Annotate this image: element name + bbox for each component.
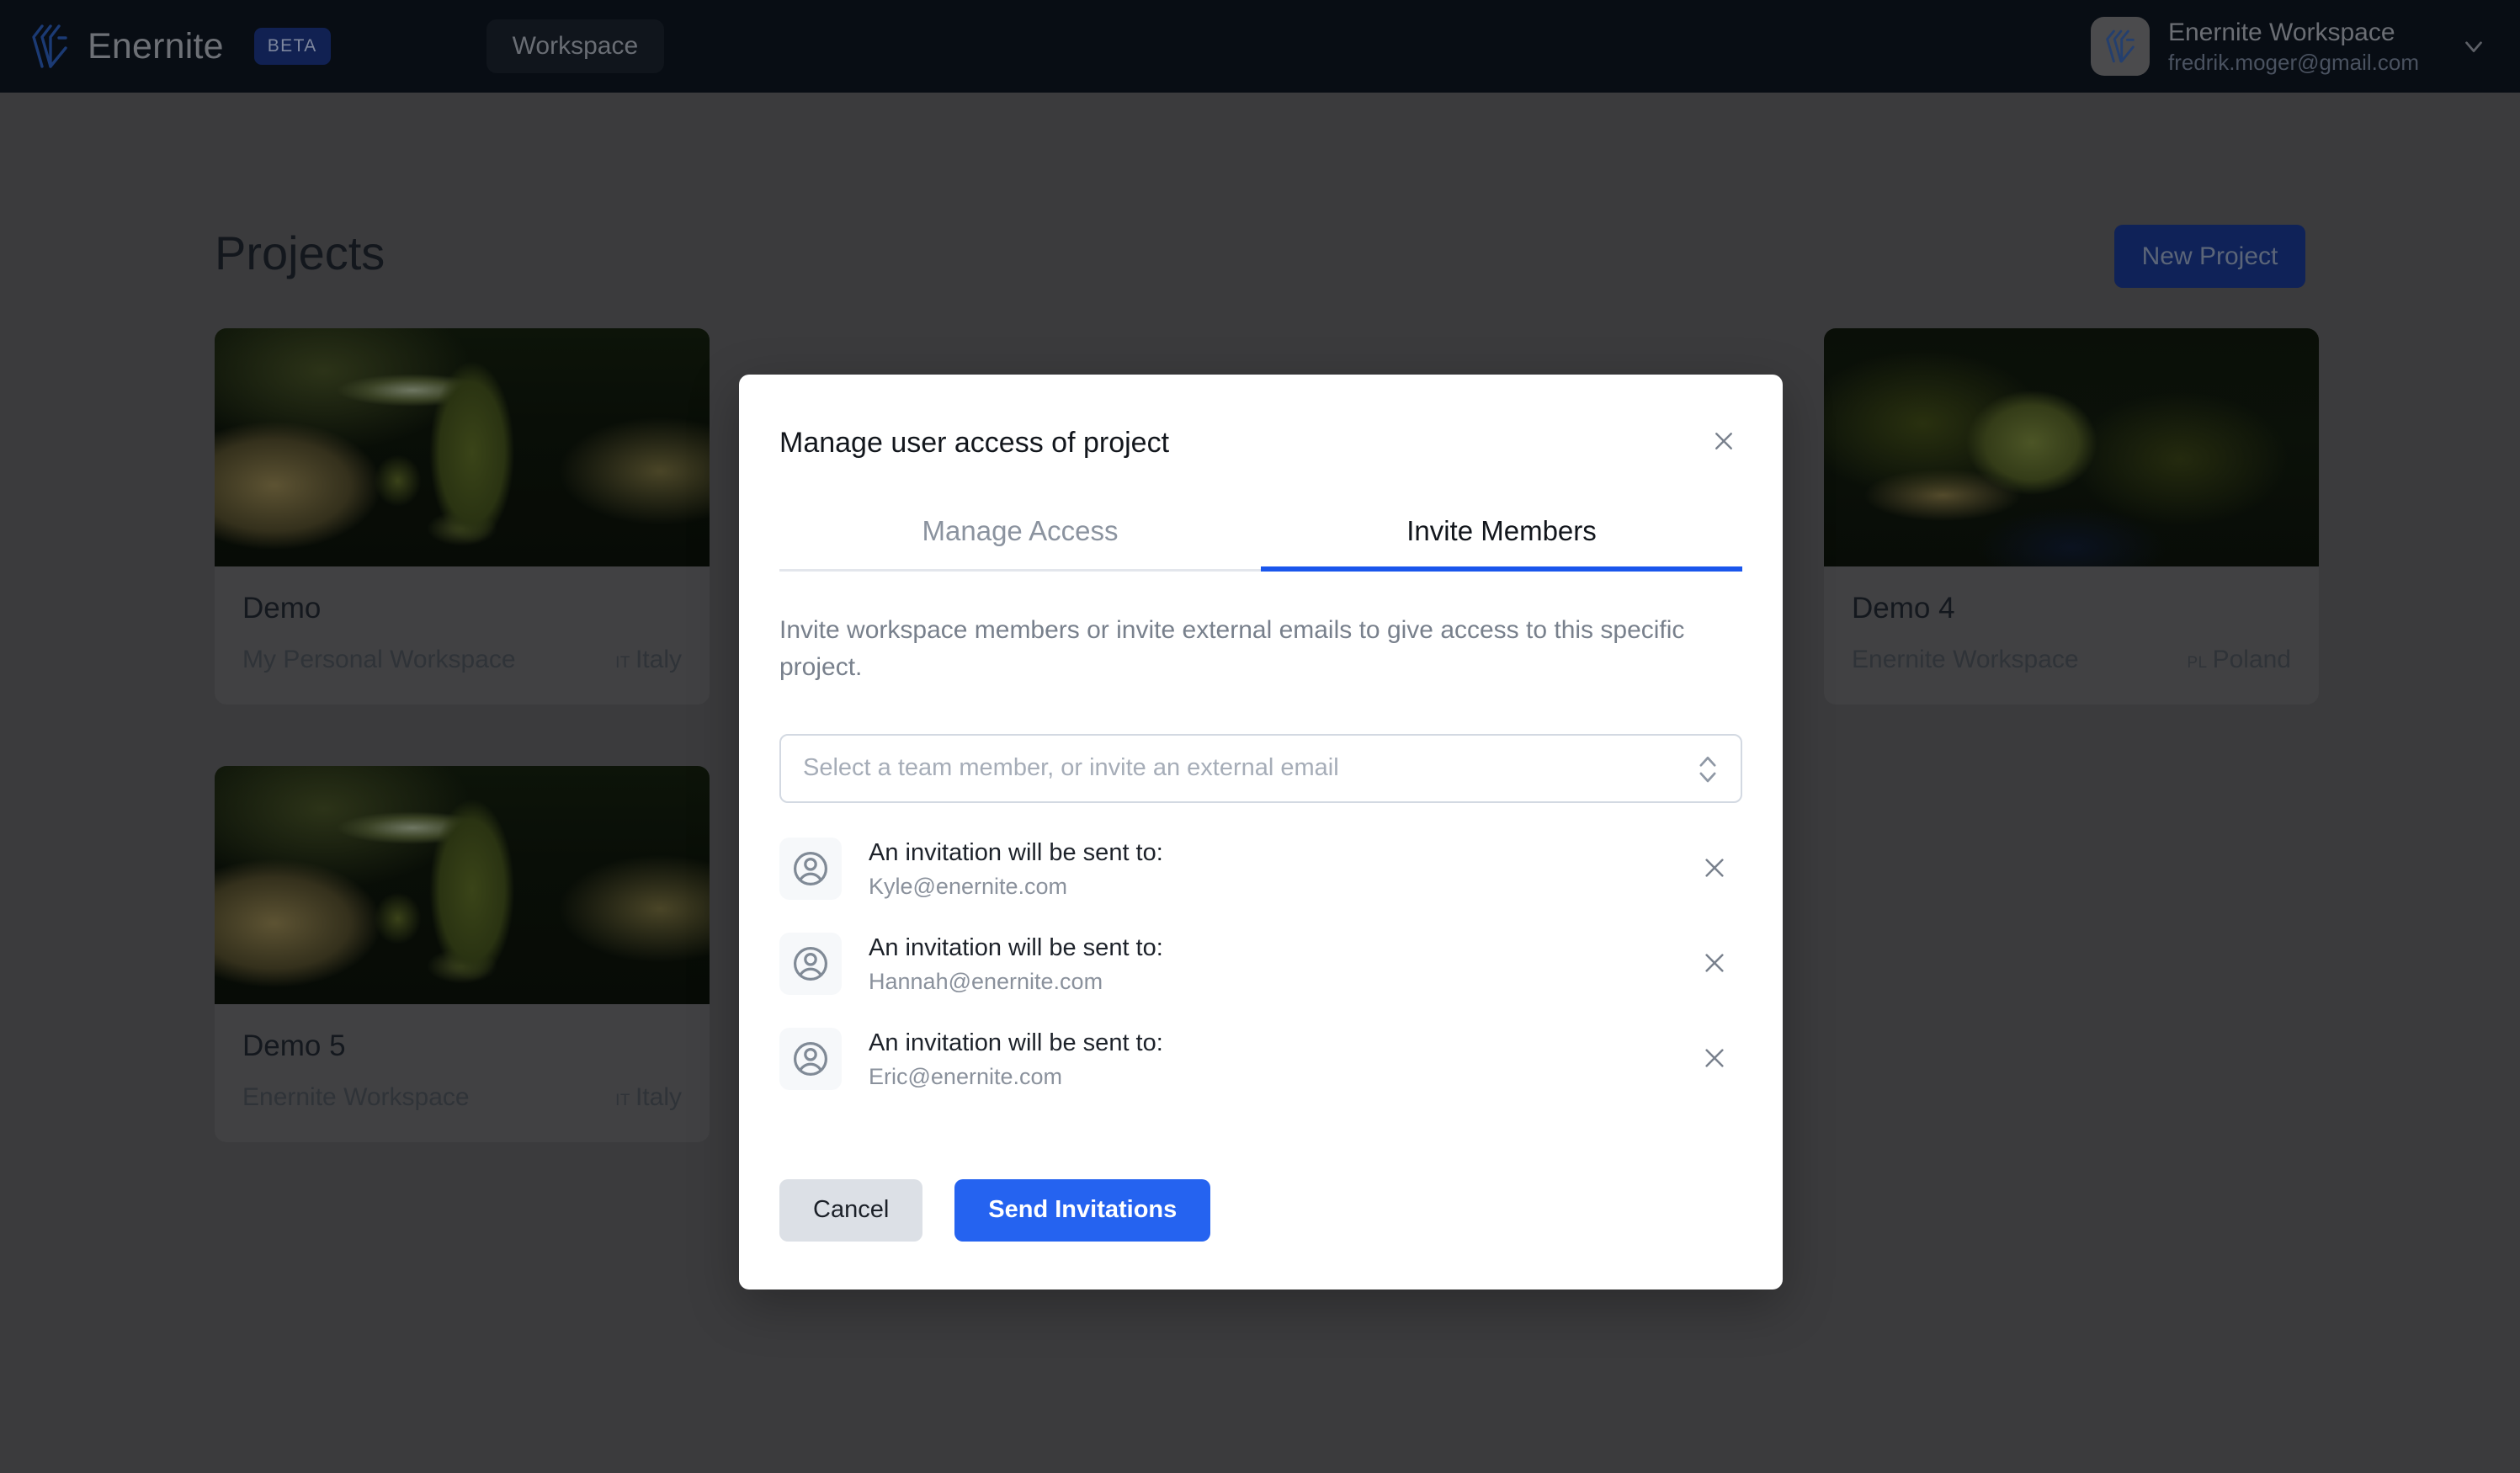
close-icon bbox=[1711, 428, 1736, 456]
user-circle-icon bbox=[779, 1028, 842, 1091]
list-item: An invitation will be sent to: Kyle@ener… bbox=[779, 822, 1742, 917]
avatar bbox=[2090, 17, 2150, 76]
close-icon bbox=[1701, 854, 1728, 884]
invitation-label: An invitation will be sent to: bbox=[869, 838, 1163, 866]
list-item: An invitation will be sent to: Hannah@en… bbox=[779, 917, 1742, 1012]
brand-name: Enernite bbox=[88, 25, 224, 66]
workspace-email: fredrik.moger@gmail.com bbox=[2167, 49, 2419, 75]
workspace-name: Enernite Workspace bbox=[2167, 19, 2395, 46]
close-icon bbox=[1701, 949, 1728, 979]
tab-manage-access[interactable]: Manage Access bbox=[779, 515, 1261, 569]
top-navigation-bar: Enernite BETA Workspace Enernite Workspa… bbox=[0, 0, 2520, 93]
close-button[interactable] bbox=[1702, 420, 1746, 464]
manage-user-access-modal: Manage user access of project Manage Acc… bbox=[739, 375, 1783, 1290]
close-icon bbox=[1701, 1045, 1728, 1074]
tab-invite-members[interactable]: Invite Members bbox=[1261, 515, 1742, 572]
invitation-email: Hannah@enernite.com bbox=[869, 968, 1103, 994]
enernite-logo-icon bbox=[30, 24, 69, 69]
send-invitations-button[interactable]: Send Invitations bbox=[954, 1178, 1211, 1242]
member-select-placeholder: Select a team member, or invite an exter… bbox=[803, 754, 1339, 782]
beta-badge: BETA bbox=[253, 28, 331, 65]
chevron-down-icon[interactable] bbox=[2459, 32, 2488, 61]
user-circle-icon bbox=[779, 838, 842, 901]
nav-tab-workspace[interactable]: Workspace bbox=[486, 19, 665, 73]
invitation-label: An invitation will be sent to: bbox=[869, 933, 1163, 961]
remove-invitation-button[interactable] bbox=[1692, 846, 1737, 891]
modal-actions: Cancel Send Invitations bbox=[779, 1178, 1742, 1242]
member-select[interactable]: Select a team member, or invite an exter… bbox=[779, 733, 1742, 803]
workspace-switcher[interactable]: Enernite Workspace fredrik.moger@gmail.c… bbox=[2090, 0, 2488, 93]
invitation-email: Kyle@enernite.com bbox=[869, 873, 1068, 899]
modal-title: Manage user access of project bbox=[779, 427, 1170, 459]
modal-tabs: Manage Access Invite Members bbox=[779, 515, 1742, 572]
cancel-button[interactable]: Cancel bbox=[779, 1178, 923, 1242]
remove-invitation-button[interactable] bbox=[1692, 941, 1737, 986]
remove-invitation-button[interactable] bbox=[1692, 1036, 1737, 1082]
modal-description: Invite workspace members or invite exter… bbox=[779, 616, 1685, 682]
chevron-up-down-icon bbox=[1697, 752, 1719, 785]
brand: Enernite BETA bbox=[30, 24, 331, 69]
invitation-label: An invitation will be sent to: bbox=[869, 1029, 1163, 1056]
list-item: An invitation will be sent to: Eric@ener… bbox=[779, 1012, 1742, 1107]
invitation-list: An invitation will be sent to: Kyle@ener… bbox=[779, 822, 1742, 1107]
user-circle-icon bbox=[779, 933, 842, 996]
invitation-email: Eric@enernite.com bbox=[869, 1063, 1062, 1089]
projects-page: Projects New Project Demo My Personal Wo… bbox=[0, 93, 2520, 1473]
